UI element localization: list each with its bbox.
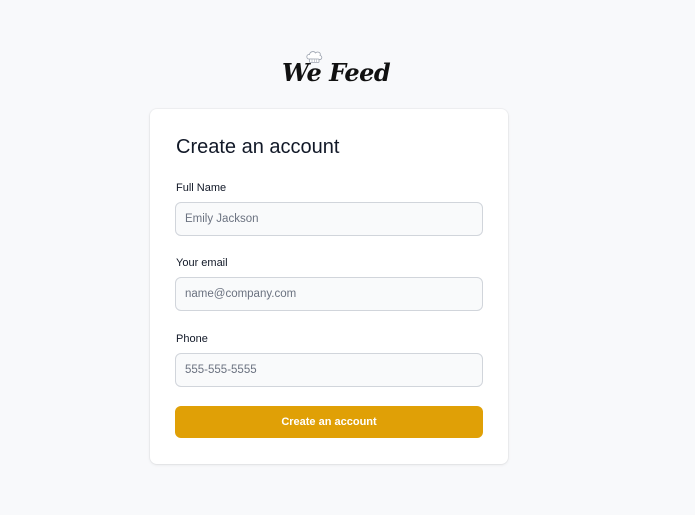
form-title: Create an account — [176, 136, 340, 158]
email-input[interactable] — [175, 277, 483, 311]
phone-input[interactable] — [175, 353, 483, 387]
brand-logo: We Feed — [282, 50, 391, 88]
full-name-input[interactable] — [175, 202, 483, 236]
brand-name: We Feed — [282, 58, 391, 87]
create-account-button[interactable]: Create an account — [175, 406, 483, 438]
signup-card: Create an account Full Name Your email P… — [150, 109, 508, 464]
email-label: Your email — [176, 257, 228, 269]
phone-label: Phone — [176, 333, 208, 345]
full-name-label: Full Name — [176, 182, 227, 194]
